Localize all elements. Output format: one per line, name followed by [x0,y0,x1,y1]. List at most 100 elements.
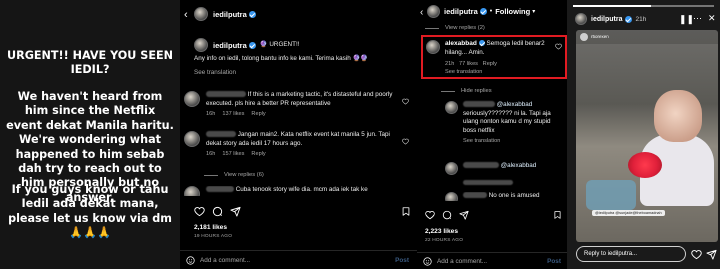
see-translation-link[interactable]: See translation [194,69,384,78]
story-panel: URGENT!! HAVE YOU SEEN IEDIL? We haven't… [0,0,180,269]
reply-item: @alexabbad [445,162,560,192]
pause-icon[interactable]: ❚❚ [679,14,694,25]
blurred-username [206,91,246,98]
post-time: 22 HOURS AGO [425,238,464,243]
story-username[interactable]: iedilputra [591,16,623,23]
post-actions [425,210,476,220]
story-reply-input[interactable]: Reply to iedilputra... [576,246,686,262]
view-replies-link[interactable]: View replies (2) [425,25,485,31]
bookmark-icon[interactable] [553,210,562,220]
chevron-down-icon[interactable]: ▾ [532,8,535,15]
blurred-username [206,186,234,193]
avatar[interactable] [445,192,458,201]
reply-link[interactable]: Reply [251,111,265,117]
like-heart-icon[interactable] [194,206,205,217]
post-comment-button[interactable]: Post [395,257,409,264]
back-arrow-icon[interactable]: ‹ [184,9,188,21]
reply-link[interactable]: Reply [483,61,497,67]
caption-prefix: 🔮 URGENT!! [259,40,300,48]
blurred-username [463,162,499,169]
embedded-avatar [580,33,588,41]
see-translation-link[interactable]: See translation [463,138,560,144]
story-request: If you guys know or tahu Iedil ada dekat… [8,183,172,240]
share-send-icon[interactable] [706,249,717,260]
caption-text: Any info on iedil, tolong bantu info ke … [194,55,369,62]
avatar[interactable] [184,91,200,107]
heart-icon[interactable] [402,138,409,145]
comment-likes[interactable]: 157 likes [222,151,244,157]
avatar[interactable] [194,38,208,52]
share-send-icon[interactable] [459,210,469,220]
separator-dot: • [489,8,493,15]
thread-username[interactable]: iedilputra [444,7,478,16]
blurred-username [463,101,495,108]
reply-item: @alexabbad seriously??????? ni la. Tapi … [445,101,560,144]
verified-badge-icon [248,10,256,18]
emoji-smile-icon[interactable] [186,255,195,265]
highlighted-comment: alexabbad Semoga Iedil benar2 hilang... … [421,35,567,79]
comment-likes[interactable]: 77 likes [459,61,478,67]
story-title: URGENT!! HAVE YOU SEEN IEDIL? [7,49,173,77]
reply-link[interactable]: Reply [251,151,265,157]
following-button[interactable]: Following [495,7,530,16]
view-replies-link[interactable]: View replies (6) [204,172,264,178]
avatar[interactable] [194,7,208,21]
like-heart-icon[interactable] [691,249,702,260]
back-arrow-icon[interactable]: ‹ [420,7,423,18]
comment-username[interactable]: alexabbad [445,40,477,47]
red-flower [628,152,662,178]
post-comment-button[interactable]: Post [547,258,561,265]
avatar[interactable] [184,131,200,147]
caption-username[interactable]: iedilputra [213,41,247,50]
toy-shape [586,180,636,210]
story-progress-fill [573,5,651,7]
post-caption: Any info on iedil, tolong bantu info ke … [194,55,384,77]
emoji-smile-icon[interactable] [423,256,432,266]
reply-mention[interactable]: @alexabbad [497,101,532,108]
add-comment-input[interactable]: Add a comment... [437,258,487,265]
likes-count[interactable]: 2,181 likes [194,224,227,231]
comment-bubble-icon[interactable] [212,206,223,217]
verified-badge-icon [248,41,256,49]
comment-item: Cuba tenook story wife dia. mcm ada iek … [184,186,398,196]
likes-count[interactable]: 2,223 likes [425,228,458,235]
caption-header: iedilputra 🔮 URGENT!! [194,38,299,52]
avatar[interactable] [445,162,458,175]
blurred-username [463,192,487,199]
comment-item: If this is a marketing tactic, it's dist… [184,91,398,117]
comments-panel: ‹ iedilputra • Following ▾ View replies … [417,0,567,269]
bookmark-icon[interactable] [401,206,411,217]
post-header: ‹ iedilputra [180,0,417,30]
verified-badge-icon [478,40,485,47]
post-actions [194,206,248,217]
verified-badge-icon [624,15,632,23]
avatar[interactable] [575,13,587,25]
avatar[interactable] [427,5,440,18]
avatar[interactable] [426,40,440,54]
avatar[interactable] [445,101,458,114]
close-icon[interactable]: ✕ [708,13,716,24]
like-heart-icon[interactable] [425,210,435,220]
more-options-icon[interactable]: ⋯ [693,13,702,24]
hide-replies-link[interactable]: Hide replies [441,88,492,94]
comment-bubble-icon[interactable] [442,210,452,220]
comment-likes[interactable]: 137 likes [222,111,244,117]
reply-mention[interactable]: @alexabbad [501,162,536,169]
heart-icon[interactable] [555,43,562,50]
verified-badge-icon [479,8,487,15]
comment-time: 16h [206,151,216,158]
heart-icon[interactable] [402,98,409,105]
add-comment-bar: Add a comment... Post [417,252,567,269]
story-viewer-panel: iedilputra 21h ❚❚ ⋯ ✕ r5orexen @iedilput… [567,0,720,269]
post-time: 19 HOURS AGO [194,234,233,239]
see-translation-link[interactable]: See translation [445,69,482,75]
avatar[interactable] [184,186,200,196]
embedded-username: r5orexen [591,34,609,39]
share-send-icon[interactable] [230,206,241,217]
story-video[interactable]: r5orexen @iedilputra @sunjade@theboamadn… [576,30,718,242]
story-progress-bar [573,5,714,7]
post-username[interactable]: iedilputra [213,10,247,19]
comment-item: Jangan main2. Kata netflix event kat man… [184,131,398,157]
add-comment-input[interactable]: Add a comment... [200,257,250,264]
add-comment-bar: Add a comment... Post [180,250,417,269]
